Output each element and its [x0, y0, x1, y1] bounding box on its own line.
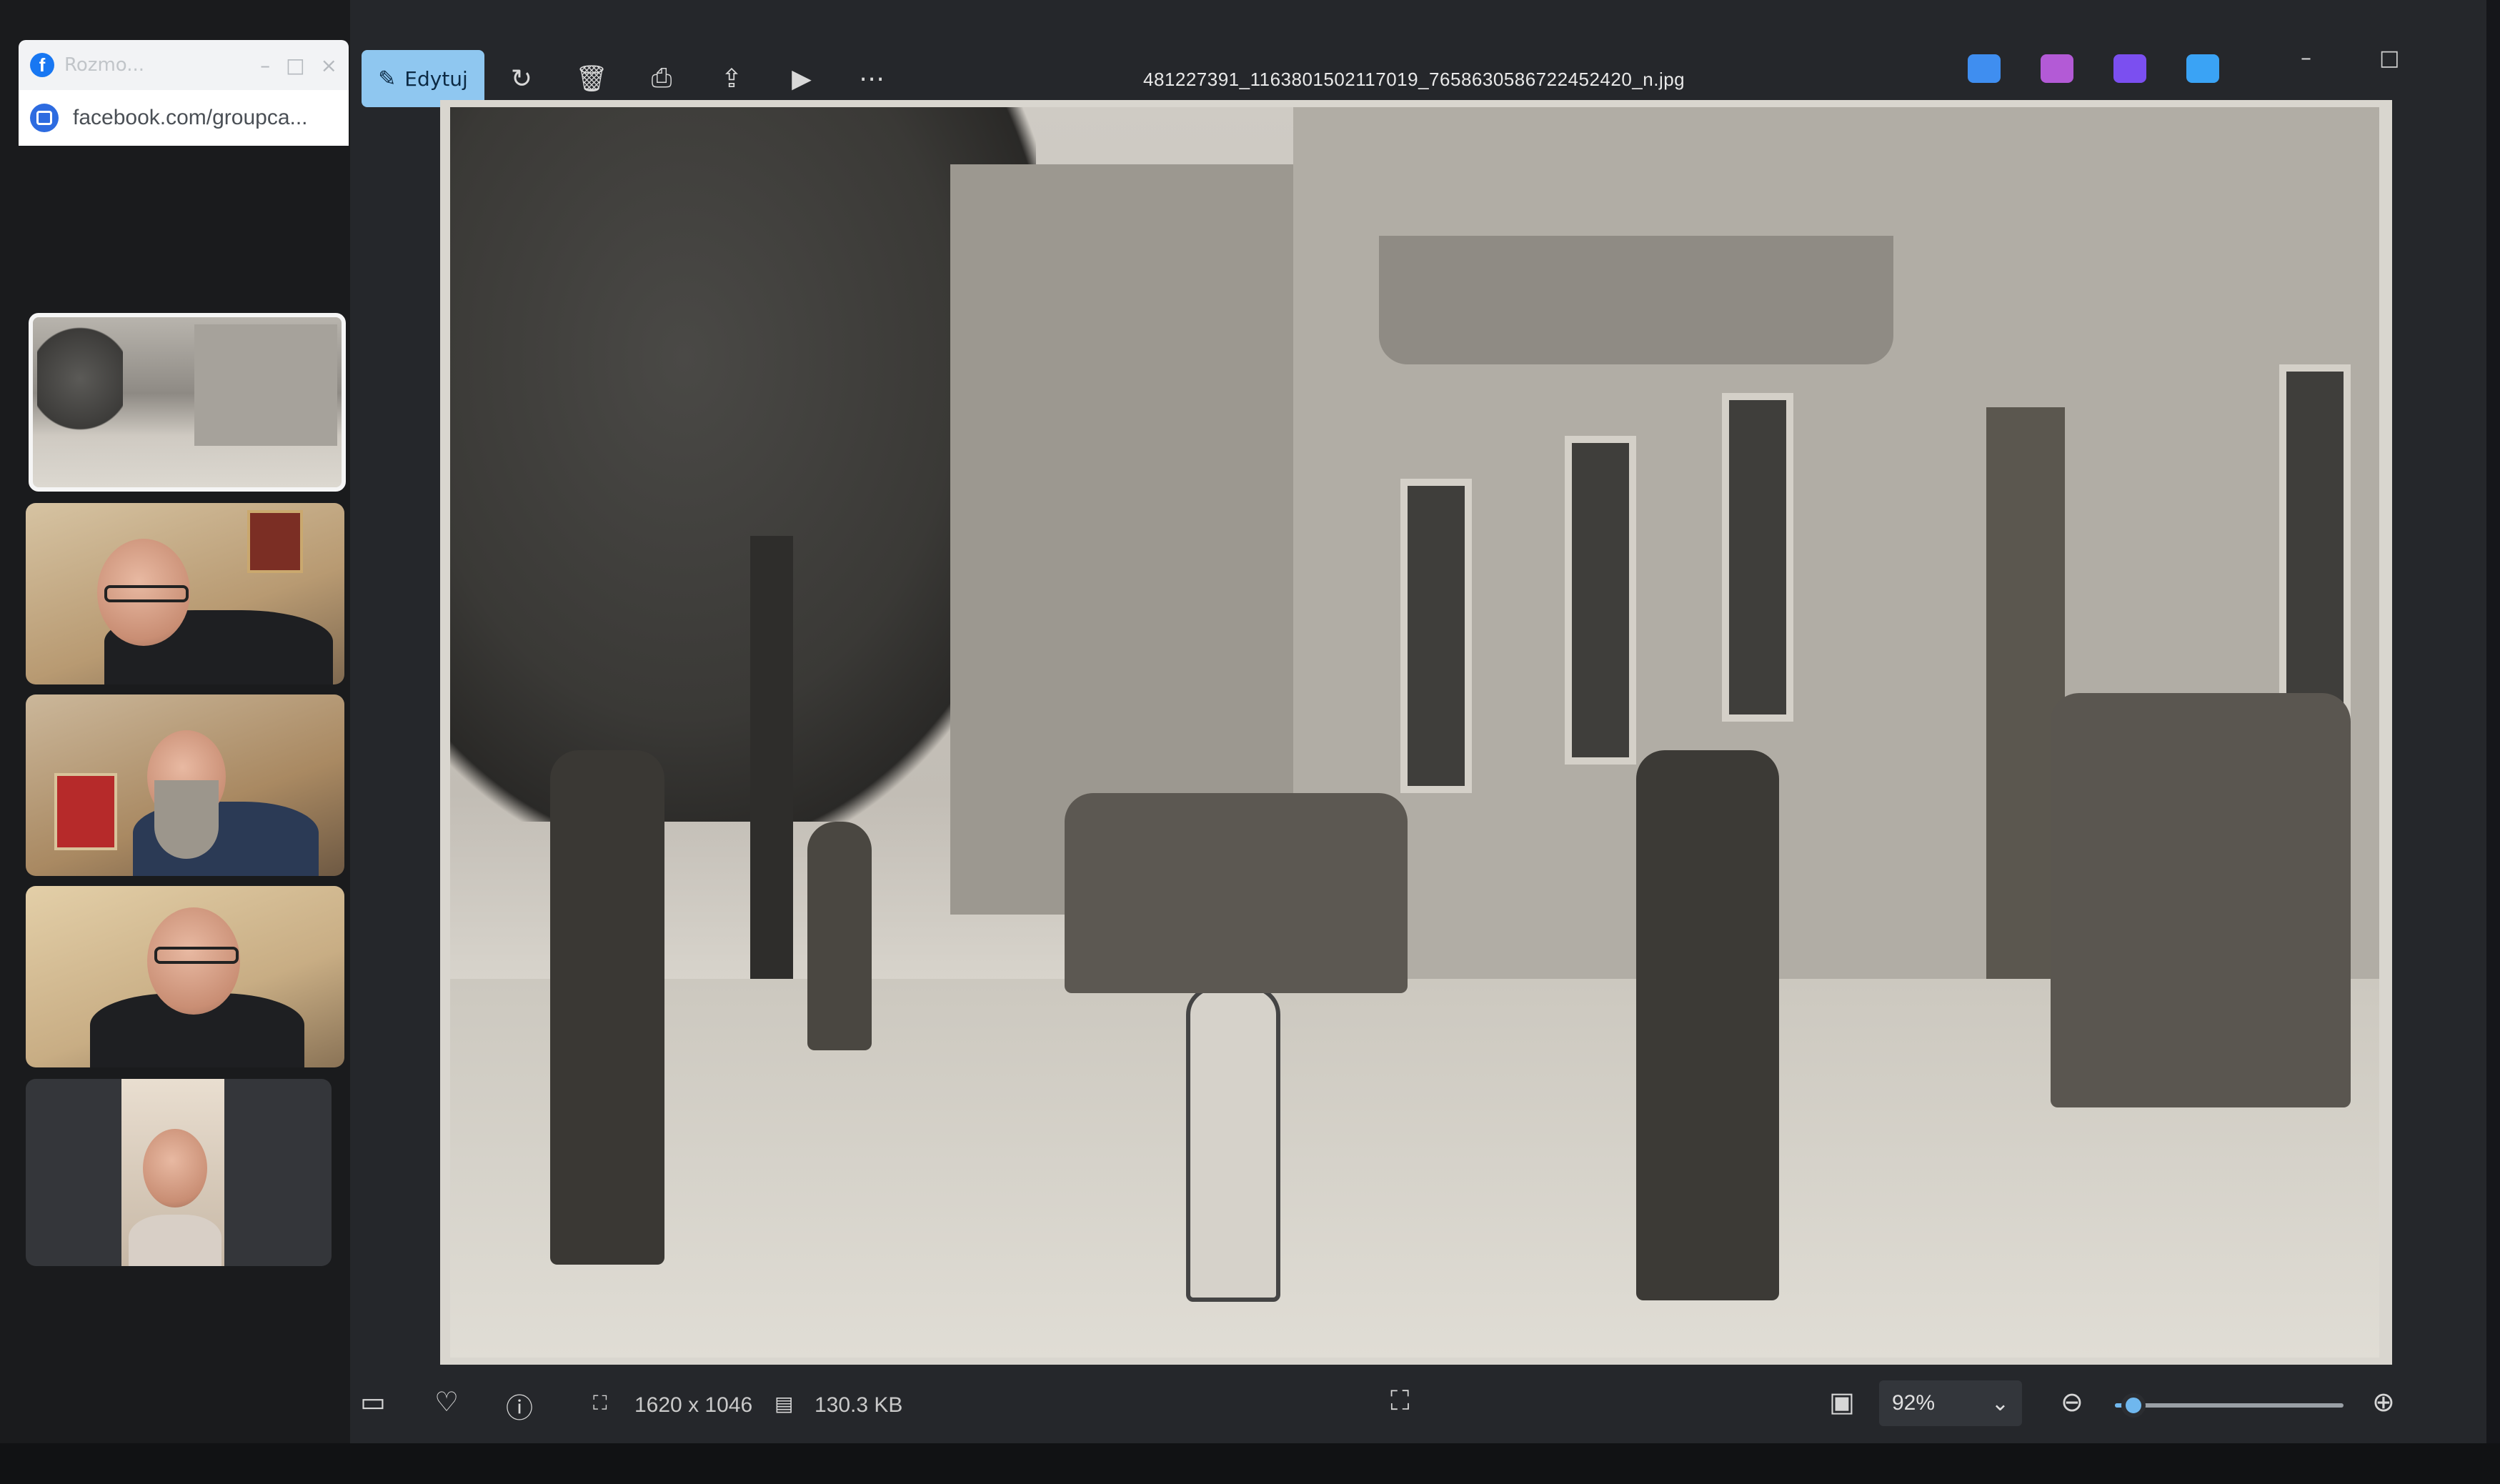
edit-pen-icon: ✎ — [378, 66, 397, 91]
maximize-button[interactable]: □ — [286, 54, 304, 77]
print-icon[interactable]: ⎙ — [643, 60, 680, 97]
thumbnail-building — [194, 324, 337, 446]
app-icon-2[interactable] — [2041, 54, 2073, 83]
participant-video-3[interactable] — [26, 886, 344, 1067]
zoom-in-icon[interactable]: ⊕ — [2372, 1386, 2395, 1418]
participant-video-1[interactable] — [26, 503, 344, 684]
app-icon-3[interactable] — [2113, 54, 2146, 83]
participant-frame — [121, 1079, 224, 1266]
wall-picture — [247, 510, 303, 573]
file-name: 481227391_1163801502117019_7658630586722… — [1143, 69, 1685, 90]
share-icon[interactable]: ⇪ — [713, 60, 750, 97]
participant-body — [129, 1215, 221, 1266]
site-info-icon[interactable] — [30, 104, 59, 132]
glasses-icon — [154, 947, 239, 964]
fit-to-window-icon[interactable]: ⛶ — [1390, 1386, 1410, 1417]
screen-bottom-edge — [0, 1443, 2500, 1484]
app-icon-4[interactable] — [2186, 54, 2219, 83]
photo-viewer-window: ✎ Edytuj ↻ 🗑 ⎙ ⇪ ▶ ⋯ 481227391_116380150… — [350, 0, 2486, 1484]
zoom-out-icon[interactable]: ⊖ — [2061, 1386, 2083, 1418]
minimize-button[interactable]: – — [260, 54, 270, 77]
photo-market-stall — [1065, 793, 1408, 993]
file-size-icon: ▤ — [775, 1393, 794, 1415]
edit-label: Edytuj — [404, 66, 468, 91]
video-call-panel: f Rozmo... – □ × facebook.com/groupca... — [0, 0, 350, 1484]
zoom-slider[interactable] — [2115, 1393, 2344, 1418]
displayed-photo — [450, 107, 2379, 1358]
participant-beard — [154, 780, 219, 859]
actual-size-icon[interactable]: ▣ — [1829, 1386, 1855, 1418]
window-minimize-button[interactable]: – — [2301, 46, 2311, 71]
slideshow-icon[interactable]: ▶ — [783, 60, 820, 97]
viewer-toolbar: ✎ Edytuj ↻ 🗑 ⎙ ⇪ ▶ ⋯ 481227391_116380150… — [350, 29, 2486, 107]
delete-icon[interactable]: 🗑 — [573, 60, 610, 97]
chevron-down-icon: ⌄ — [1991, 1391, 2009, 1415]
thumbnail-tree — [37, 322, 123, 436]
zoom-level: 92% — [1892, 1391, 1936, 1415]
file-size: 130.3 KB — [815, 1393, 903, 1417]
glasses-icon — [104, 585, 189, 602]
emblem-picture — [54, 773, 117, 850]
viewer-status-bar: ▭ ♡ ⓘ ⛶ 1620 x 1046 ▤ 130.3 KB ⛶ ▣ 92% ⌄… — [350, 1365, 2486, 1443]
tab-title: Rozmo... — [64, 54, 145, 76]
background-edge — [2486, 0, 2500, 1484]
info-icon[interactable]: ⓘ — [506, 1386, 533, 1425]
photo-child — [807, 822, 872, 1050]
photo-window — [1565, 436, 1636, 765]
close-button[interactable]: × — [321, 54, 337, 77]
photo-tree-trunk — [750, 536, 793, 1022]
favorite-icon[interactable]: ♡ — [434, 1386, 459, 1418]
rotate-icon[interactable]: ↻ — [503, 60, 540, 97]
edit-button[interactable]: ✎ Edytuj — [362, 50, 484, 107]
zoom-dropdown[interactable]: 92% ⌄ — [1879, 1380, 2022, 1426]
dimensions-icon: ⛶ — [593, 1392, 607, 1414]
photo-boy — [1186, 986, 1280, 1302]
browser-tab[interactable]: f Rozmo... – □ × — [19, 40, 349, 90]
photo-window — [1722, 393, 1793, 722]
participant-video-4[interactable] — [26, 1079, 332, 1266]
window-maximize-button[interactable]: □ — [2379, 46, 2399, 71]
photo-balcony — [1379, 236, 1893, 364]
photo-man — [1636, 750, 1779, 1300]
photo-window — [1400, 479, 1472, 793]
app-icon-1[interactable] — [1968, 54, 2001, 83]
photo-crowd — [2051, 693, 2351, 1107]
photo-woman — [550, 750, 664, 1265]
image-canvas[interactable] — [440, 100, 2392, 1365]
address-text: facebook.com/groupca... — [73, 106, 308, 129]
zoom-slider-thumb[interactable] — [2121, 1393, 2146, 1418]
photo-tree — [450, 107, 1036, 822]
address-bar[interactable]: facebook.com/groupca... — [19, 90, 349, 146]
shared-photo-thumbnail[interactable] — [29, 313, 346, 492]
facebook-icon: f — [30, 53, 54, 77]
participant-video-2[interactable] — [26, 694, 344, 876]
participant-head — [143, 1129, 207, 1207]
more-icon[interactable]: ⋯ — [853, 60, 890, 97]
image-dimensions: 1620 x 1046 — [634, 1393, 753, 1417]
filmstrip-icon[interactable]: ▭ — [360, 1386, 386, 1418]
